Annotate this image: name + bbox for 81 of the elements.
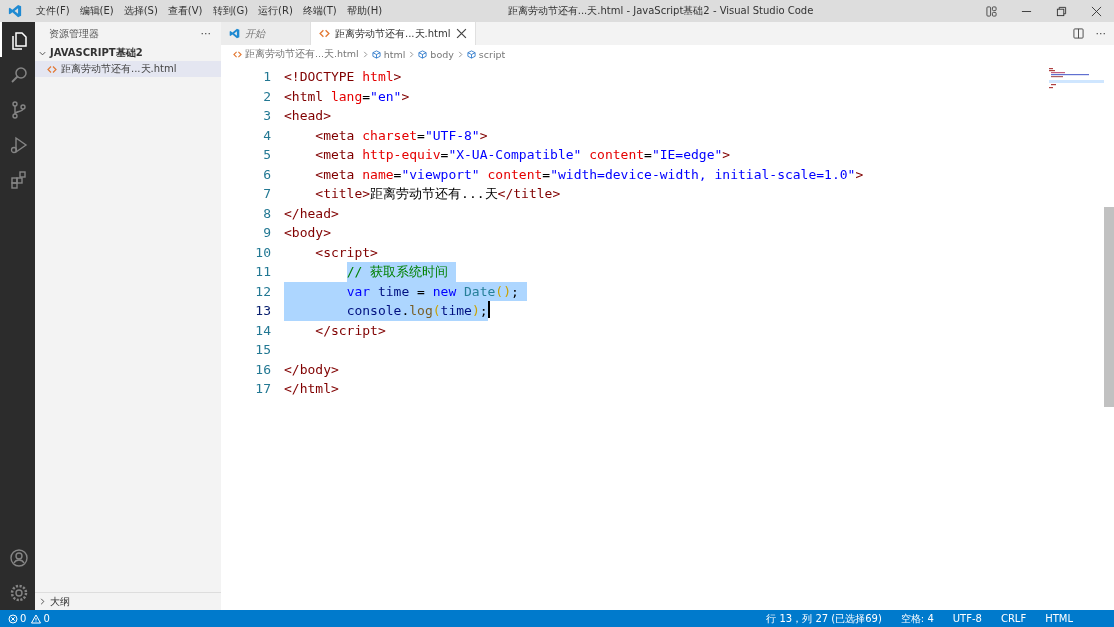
line-number: 16 — [254, 360, 271, 379]
code-line: <title>距离劳动节还有...天</title> — [315, 185, 561, 203]
code-line: <script> — [315, 243, 378, 262]
line-number: 13 — [254, 302, 271, 320]
code-line: </html> — [284, 380, 339, 398]
extensions-icon[interactable] — [8, 169, 29, 190]
restore-icon[interactable] — [1056, 5, 1067, 17]
menu-item[interactable]: 运行(R) — [253, 4, 298, 18]
line-number: 8 — [262, 204, 271, 223]
settings-icon[interactable] — [8, 582, 29, 603]
editor-tab[interactable]: 距离劳动节还有...天.html — [311, 22, 476, 45]
line-number: 14 — [254, 321, 271, 340]
cube-icon — [371, 49, 381, 59]
breadcrumb-item[interactable]: html — [371, 48, 406, 60]
chevron-right-icon — [456, 50, 464, 58]
close-icon[interactable] — [455, 28, 467, 39]
cube-icon — [466, 49, 476, 59]
code-line: </body> — [284, 360, 339, 379]
code-line: <html lang="en"> — [284, 87, 410, 106]
menu-item[interactable]: 查看(V) — [162, 4, 208, 18]
account-icon[interactable] — [8, 547, 29, 568]
indentation[interactable]: 空格: 4 — [900, 611, 934, 626]
line-number: 4 — [262, 126, 271, 145]
code-line: <meta name="viewport" content="width=device-width, initial-scale=1.0"> — [315, 165, 864, 184]
layout-icon[interactable] — [986, 5, 997, 17]
run-debug-icon[interactable] — [8, 134, 29, 155]
section-header[interactable]: JAVASCRIPT基础2 — [35, 45, 221, 61]
sidebar-title: 资源管理器 — [49, 26, 99, 41]
scrollbar-thumb[interactable] — [1104, 207, 1114, 407]
code-file-icon — [319, 28, 330, 39]
code-line: <meta http-equiv="X-UA-Compatible" content="IE=edge"> — [315, 146, 731, 164]
close-icon[interactable] — [1091, 5, 1102, 17]
breadcrumb-item[interactable]: 距离劳动节还有...天.html — [233, 47, 359, 61]
menu-item[interactable]: 编辑(E) — [74, 4, 119, 18]
line-number: 15 — [254, 341, 271, 359]
cube-icon — [418, 49, 428, 59]
code-line: <!DOCTYPE html> — [284, 68, 402, 86]
line-number: 2 — [262, 87, 271, 106]
line-number: 9 — [262, 224, 271, 242]
line-number: 17 — [254, 380, 271, 398]
code-file-icon — [233, 49, 242, 59]
warning-count[interactable]: 0 — [31, 613, 50, 624]
line-ending[interactable]: CRLF — [1000, 613, 1027, 624]
menu-item[interactable]: 选择(S) — [118, 4, 163, 18]
chevron-right-icon — [361, 50, 369, 58]
warning-icon — [31, 613, 42, 624]
error-count[interactable]: 0 — [8, 613, 27, 624]
vscode-logo-icon — [8, 4, 22, 18]
line-number: 10 — [254, 243, 271, 262]
code-line: <head> — [284, 107, 331, 125]
line-number: 1 — [262, 68, 271, 86]
code-line: </head> — [284, 204, 339, 223]
split-editor-icon[interactable] — [1072, 28, 1084, 39]
encoding[interactable]: UTF-8 — [952, 613, 982, 624]
menu-item[interactable]: 转到(G) — [207, 4, 254, 18]
vscode-logo-icon — [229, 28, 240, 39]
menu-item[interactable]: 终端(T) — [297, 4, 342, 18]
line-number: 5 — [262, 146, 271, 164]
line-number: 3 — [262, 107, 271, 125]
more-actions[interactable]: ··· — [1095, 27, 1106, 40]
editor-tab[interactable]: 开始 — [221, 22, 311, 45]
menu-item[interactable]: 文件(F) — [31, 4, 75, 18]
minimap — [1049, 67, 1104, 89]
cursor-position[interactable]: 行 13，列 27 (已选择69) — [766, 611, 882, 626]
chevron-right-icon — [408, 50, 416, 58]
code-line: <meta charset="UTF-8"> — [315, 126, 488, 145]
code-file-icon — [47, 64, 57, 74]
code-line: <body> — [284, 224, 331, 242]
line-number: 11 — [254, 263, 271, 281]
line-number: 7 — [262, 185, 271, 203]
more-actions[interactable]: ··· — [200, 27, 211, 40]
breadcrumb-item[interactable]: script — [466, 48, 506, 60]
language-mode[interactable]: HTML — [1045, 613, 1073, 624]
error-icon — [8, 613, 18, 624]
menu-item[interactable]: 帮助(H) — [341, 4, 388, 18]
file-item[interactable]: 距离劳动节还有...天.html — [35, 61, 221, 77]
window-title: 距离劳动节还有...天.html - JavaScript基础2 - Visual Studio Code — [506, 4, 815, 18]
code-line: </script> — [315, 321, 386, 340]
line-number: 6 — [262, 165, 271, 184]
breadcrumb-item[interactable]: body — [418, 48, 454, 60]
line-number: 12 — [254, 282, 271, 301]
